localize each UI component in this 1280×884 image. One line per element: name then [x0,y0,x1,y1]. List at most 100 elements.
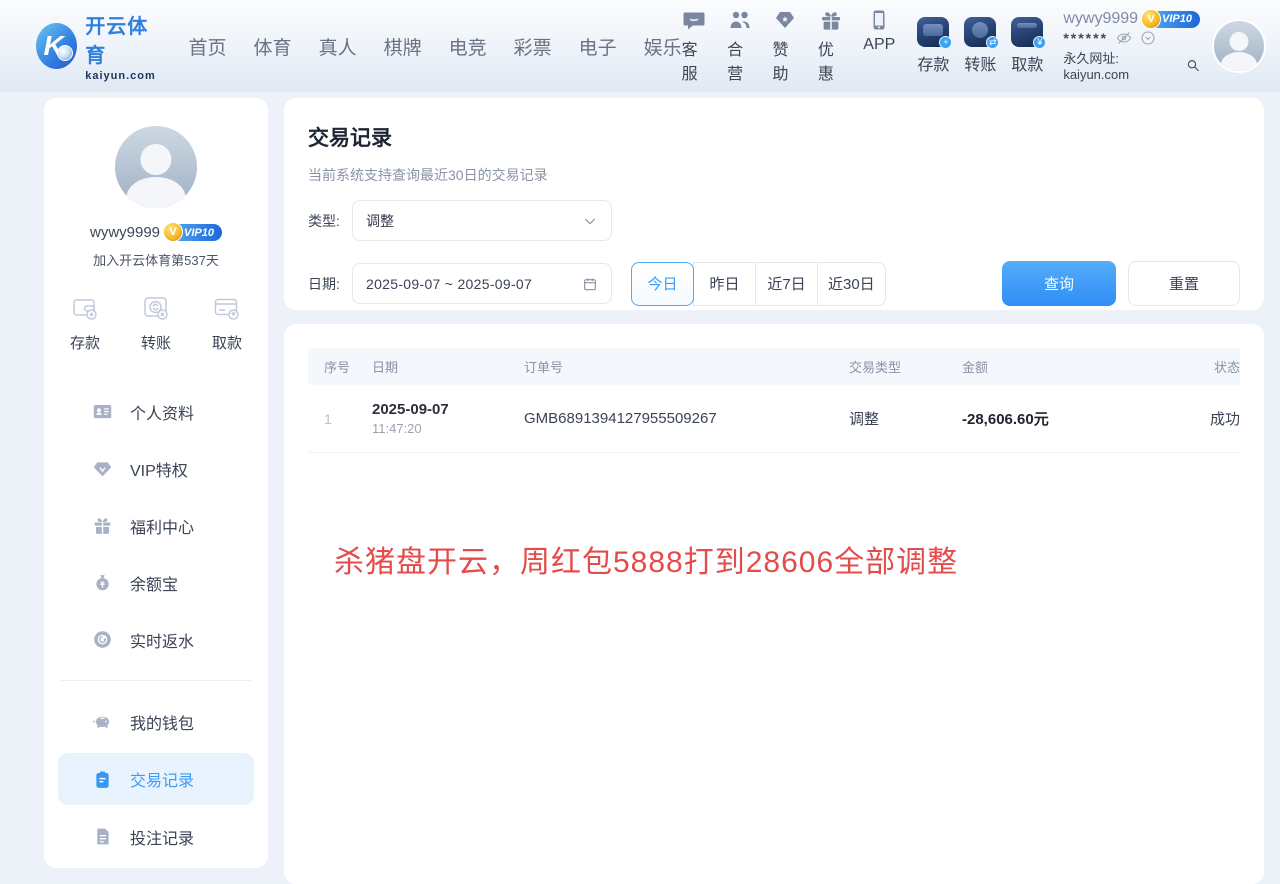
sidebar-item-transactions[interactable]: 交易记录 [58,753,254,805]
sponsor-link[interactable]: 赞助 [772,8,797,84]
wallet-shortcut-group: + 存款 ⇄ 转账 ¥ 取款 [917,17,1043,75]
range-today-button[interactable]: 今日 [631,262,694,306]
app-download-link[interactable]: APP [863,8,895,84]
col-date: 日期 [372,357,524,376]
range-yesterday-button[interactable]: 昨日 [693,262,756,306]
row-status: 成功 [1204,408,1240,429]
date-filter-row: 日期: 2025-09-07 ~ 2025-09-07 今日 昨日 近7日 近3… [308,256,1240,306]
withdraw-card-icon [212,293,242,323]
sidebar-item-yuebao[interactable]: 余额宝 [58,554,254,611]
profile-vip-badge: V VIP10 [166,224,222,241]
join-days-text: 加入开云体育第537天 [44,250,268,269]
col-amount: 金额 [962,357,1204,376]
page-subtitle: 当前系统支持查询最近30日的交易记录 [308,165,1240,185]
id-card-icon [92,401,113,422]
quick-transfer[interactable]: 转账 [141,293,171,353]
vip-shield-icon: V [163,222,183,242]
header-link-group: 客服 合营 赞助 优惠 APP [682,8,896,84]
brand-logo-icon: K [36,23,77,69]
customer-service-label: 客服 [682,36,707,84]
chevron-circle-icon[interactable] [1140,30,1156,46]
partners-label: 合营 [727,36,752,84]
sidebar-item-wallet[interactable]: 我的钱包 [58,693,254,750]
header-avatar[interactable] [1212,19,1266,73]
nav-item-sports[interactable]: 体育 [254,33,292,60]
sidebar-label-transactions: 交易记录 [130,767,194,791]
range-30days-button[interactable]: 近30日 [817,262,886,306]
date-range-input[interactable]: 2025-09-07 ~ 2025-09-07 [352,263,612,304]
quick-deposit-label: 存款 [70,332,100,353]
filters-card: 交易记录 当前系统支持查询最近30日的交易记录 类型: 调整 日期: 2025-… [284,98,1264,310]
app-label: APP [863,36,895,54]
customer-service-link[interactable]: 客服 [682,8,707,84]
gift-icon [92,515,113,536]
withdraw-shortcut[interactable]: ¥ 取款 [1011,17,1043,75]
reset-button[interactable]: 重置 [1128,261,1240,306]
col-status: 状态 [1204,357,1240,376]
sidebar-item-vip[interactable]: VIP特权 [58,440,254,497]
quick-actions: 存款 转账 取款 [44,293,268,353]
nav-item-home[interactable]: 首页 [189,33,227,60]
filter-actions: 查询 重置 [1002,261,1240,306]
sidebar-item-profile[interactable]: 个人资料 [58,383,254,440]
sidebar-item-bets[interactable]: 投注记录 [58,808,254,865]
football-icon [57,45,73,61]
permanent-url-label: 永久网址: kaiyun.com [1063,48,1182,82]
transfer-label: 转账 [964,51,996,75]
magnifier-cursor-icon [1186,58,1200,73]
promotions-link[interactable]: 优惠 [818,8,843,84]
quick-deposit[interactable]: 存款 [70,293,100,353]
row-date: 2025-09-07 11:47:20 [372,401,524,436]
nav-item-esports[interactable]: 电竞 [449,33,487,60]
partners-link[interactable]: 合营 [727,8,752,84]
page-title: 交易记录 [308,122,1240,152]
calendar-icon [582,276,598,292]
sidebar-item-welfare[interactable]: 福利中心 [58,497,254,554]
brand-logo[interactable]: K 开云体育 kaiyun.com [36,10,161,82]
nav-item-chess[interactable]: 棋牌 [384,33,422,60]
sidebar-label-profile: 个人资料 [130,400,194,424]
col-type: 交易类型 [849,357,962,376]
username: wywy9999 [1063,10,1138,28]
nav-item-lottery[interactable]: 彩票 [514,33,552,60]
nav-item-live[interactable]: 真人 [319,33,357,60]
sidebar-label-wallet: 我的钱包 [130,710,194,734]
row-date-value: 2025-09-07 [372,401,524,418]
profile-avatar[interactable] [113,124,199,210]
quick-withdraw-label: 取款 [212,332,242,353]
query-button[interactable]: 查询 [1002,261,1116,306]
type-select[interactable]: 调整 [352,200,612,241]
deposit-shortcut[interactable]: + 存款 [917,17,949,75]
row-index: 1 [324,411,372,427]
sidebar: wywy9999 V VIP10 加入开云体育第537天 存款 转账 取款 个人… [44,98,268,868]
row-order-no: GMB6891394127955509267 [524,410,849,427]
gift-icon [819,8,843,32]
nav-item-slots[interactable]: 电子 [579,33,617,60]
profile-vip-label: VIP10 [184,227,214,239]
transfer-icon [141,293,171,323]
col-index: 序号 [324,357,372,376]
promotions-label: 优惠 [818,36,843,84]
piggy-bank-icon [92,711,113,732]
quick-transfer-label: 转账 [141,332,171,353]
chat-icon [682,8,706,32]
sidebar-label-vip: VIP特权 [130,457,188,481]
eye-off-icon[interactable] [1116,30,1132,46]
deposit-wallet-icon [70,293,100,323]
main-nav: 首页 体育 真人 棋牌 电竞 彩票 电子 娱乐 [189,33,682,60]
type-select-value: 调整 [366,211,394,231]
row-type: 调整 [849,408,962,429]
table-row[interactable]: 1 2025-09-07 11:47:20 GMB689139412795550… [308,385,1240,453]
sidebar-label-yuebao: 余额宝 [130,571,178,595]
money-bag-icon [92,572,113,593]
quick-withdraw[interactable]: 取款 [212,293,242,353]
row-time-value: 11:47:20 [372,421,524,436]
nav-item-entertainment[interactable]: 娱乐 [644,33,682,60]
sidebar-item-rebate[interactable]: 实时返水 [58,611,254,668]
phone-icon [867,8,891,32]
transfer-shortcut[interactable]: ⇄ 转账 [964,17,996,75]
brand-domain: kaiyun.com [85,70,160,82]
document-icon [92,826,113,847]
withdraw-label: 取款 [1011,51,1043,75]
range-7days-button[interactable]: 近7日 [755,262,818,306]
